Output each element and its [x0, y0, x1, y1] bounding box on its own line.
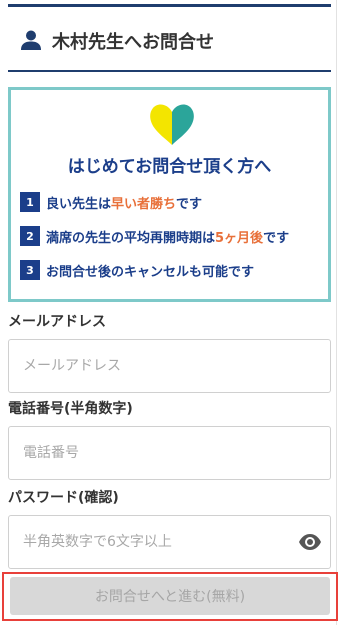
password-label: パスワード(確認): [8, 490, 119, 506]
page-header: 木村先生へお問合せ: [8, 8, 331, 72]
point-text: 良い先生は早い者勝ちです: [46, 196, 203, 212]
point-number: 3: [20, 260, 40, 280]
top-accent-bar: [8, 4, 331, 7]
banner-point-2: 2 満席の先生の平均再開時期は5ヶ月後です: [20, 225, 289, 247]
point-number: 1: [20, 192, 40, 212]
point-text: 満席の先生の平均再開時期は5ヶ月後です: [46, 230, 290, 246]
submit-inquiry-button[interactable]: お問合せへと進む(無料): [10, 577, 330, 615]
point-number: 2: [20, 226, 40, 246]
phone-label: 電話番号(半角数字): [8, 401, 133, 417]
heart-icon: [150, 104, 194, 145]
user-icon: [21, 30, 41, 50]
submit-highlight-frame: お問合せへと進む(無料): [2, 572, 338, 621]
banner-point-3: 3 お問合せ後のキャンセルも可能です: [20, 259, 254, 281]
page-title: 木村先生へお問合せ: [52, 32, 214, 53]
banner-point-1: 1 良い先生は早い者勝ちです: [20, 191, 202, 213]
point-highlight: 早い者勝ち: [111, 196, 177, 212]
inquiry-page: 木村先生へお問合せ はじめてお問合せ頂く方へ 1 良い先生は早い者勝ちです 2 …: [0, 0, 340, 625]
banner-title: はじめてお問合せ頂く方へ: [67, 157, 272, 177]
first-inquiry-banner: はじめてお問合せ頂く方へ 1 良い先生は早い者勝ちです 2 満席の先生の平均再開…: [8, 87, 331, 302]
email-field[interactable]: [8, 339, 331, 393]
phone-field[interactable]: [8, 426, 331, 480]
email-label: メールアドレス: [8, 314, 106, 330]
eye-icon[interactable]: [298, 532, 322, 552]
point-text: お問合せ後のキャンセルも可能です: [46, 264, 255, 280]
scroll-edge: [336, 0, 337, 625]
point-highlight: 5ヶ月後: [215, 230, 264, 246]
password-field[interactable]: [8, 515, 331, 569]
